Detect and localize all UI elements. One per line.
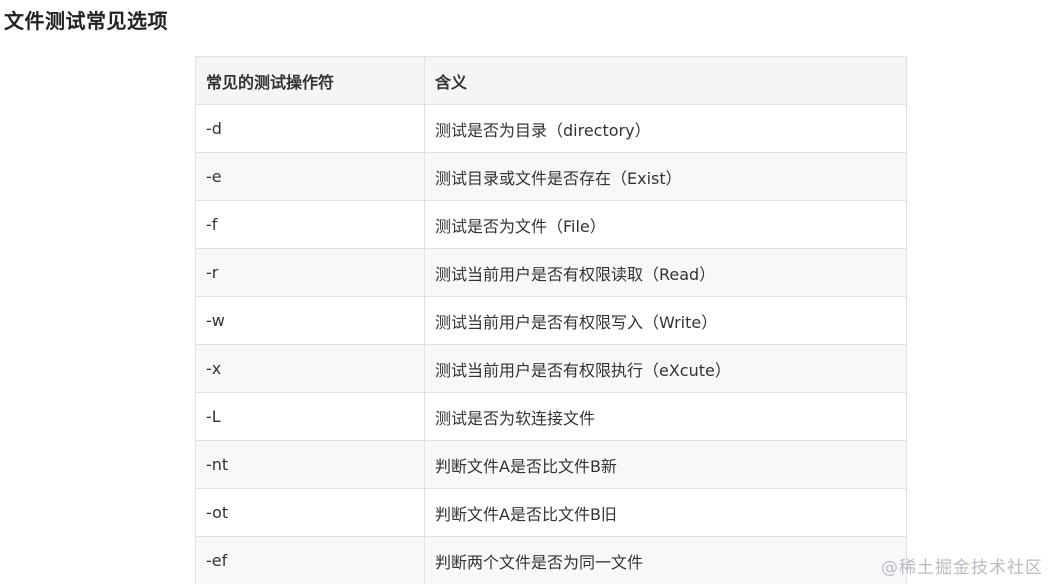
operator-cell: -r: [195, 248, 425, 297]
table-row: -w 测试当前用户是否有权限写入（Write）: [195, 296, 907, 345]
table-row: -ef 判断两个文件是否为同一文件: [195, 536, 907, 584]
table-row: -nt 判断文件A是否比文件B新: [195, 440, 907, 489]
table-row: -d 测试是否为目录（directory）: [195, 104, 907, 153]
operator-cell: -e: [195, 152, 425, 201]
meaning-cell: 测试目录或文件是否存在（Exist）: [424, 152, 907, 201]
header-operator: 常见的测试操作符: [195, 56, 425, 105]
operator-cell: -ef: [195, 536, 425, 584]
table-header-row: 常见的测试操作符 含义: [195, 56, 907, 105]
meaning-cell: 测试当前用户是否有权限执行（eXcute）: [424, 344, 907, 393]
file-test-operators-table: 常见的测试操作符 含义 -d 测试是否为目录（directory） -e 测试目…: [195, 56, 907, 584]
table-row: -f 测试是否为文件（File）: [195, 200, 907, 249]
table-row: -ot 判断文件A是否比文件B旧: [195, 488, 907, 537]
meaning-cell: 测试是否为目录（directory）: [424, 104, 907, 153]
meaning-cell: 测试是否为文件（File）: [424, 200, 907, 249]
operator-cell: -w: [195, 296, 425, 345]
table-body: -d 测试是否为目录（directory） -e 测试目录或文件是否存在（Exi…: [195, 104, 907, 584]
meaning-cell: 判断文件A是否比文件B旧: [424, 488, 907, 537]
table-row: -x 测试当前用户是否有权限执行（eXcute）: [195, 344, 907, 393]
meaning-cell: 判断两个文件是否为同一文件: [424, 536, 907, 584]
meaning-cell: 测试当前用户是否有权限写入（Write）: [424, 296, 907, 345]
section-heading: 文件测试常见选项: [4, 9, 168, 33]
operator-cell: -nt: [195, 440, 425, 489]
meaning-cell: 测试当前用户是否有权限读取（Read）: [424, 248, 907, 297]
site-watermark: @稀土掘金技术社区: [881, 558, 1043, 578]
table-row: -r 测试当前用户是否有权限读取（Read）: [195, 248, 907, 297]
operator-cell: -f: [195, 200, 425, 249]
table-header: 常见的测试操作符 含义: [195, 56, 907, 105]
meaning-cell: 判断文件A是否比文件B新: [424, 440, 907, 489]
meaning-cell: 测试是否为软连接文件: [424, 392, 907, 441]
table-row: -e 测试目录或文件是否存在（Exist）: [195, 152, 907, 201]
operator-cell: -ot: [195, 488, 425, 537]
table-row: -L 测试是否为软连接文件: [195, 392, 907, 441]
header-meaning: 含义: [424, 56, 907, 105]
operator-cell: -L: [195, 392, 425, 441]
operator-cell: -x: [195, 344, 425, 393]
operator-cell: -d: [195, 104, 425, 153]
